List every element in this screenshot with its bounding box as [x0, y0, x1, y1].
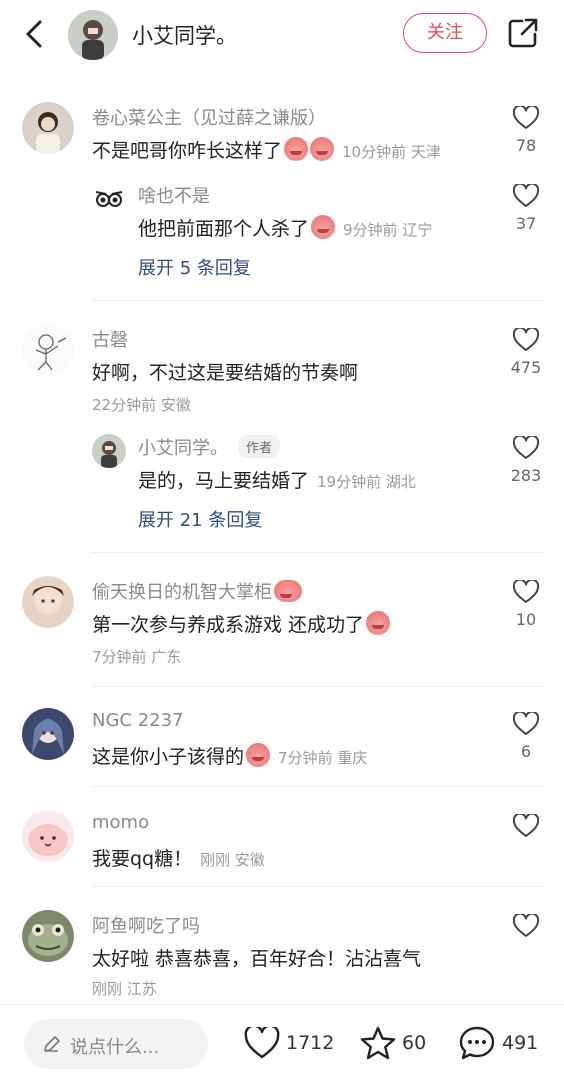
commenter-avatar[interactable]	[22, 324, 74, 376]
like-count: 6	[520, 742, 532, 761]
like-button[interactable]: 78	[506, 106, 546, 155]
comment-text-body: 我要qq糖！	[92, 848, 193, 870]
heart-icon	[513, 184, 539, 207]
bottom-action-bar: 说点什么... 1712 60 491	[0, 1004, 564, 1080]
like-post-button[interactable]: 1712	[244, 1025, 334, 1061]
comment-text-body: 第一次参与养成系游戏 还成功了	[92, 614, 365, 636]
replier-avatar[interactable]	[92, 182, 126, 216]
author-name[interactable]: 小艾同学。	[132, 20, 237, 50]
comment-button[interactable]: 491	[458, 1025, 538, 1061]
sticker-emoji	[311, 215, 336, 239]
like-count: 10	[515, 610, 537, 629]
like-button[interactable]: 6	[506, 712, 546, 761]
reply-meta: 19分钟前 湖北	[317, 473, 416, 491]
heart-icon	[513, 328, 539, 351]
comment-meta: 7分钟前 广东	[92, 648, 182, 666]
comment-meta: 刚刚 江苏	[92, 980, 157, 998]
like-count: 283	[510, 466, 542, 485]
follow-button[interactable]: 关注	[403, 13, 487, 53]
sticker-emoji	[310, 137, 335, 161]
divider	[92, 552, 546, 553]
comment-text: 不是吧哥你咋长这样了 10分钟前 天津	[92, 136, 441, 163]
sticker-emoji	[366, 611, 391, 635]
comment-text: 这是你小子该得的 7分钟前 重庆	[92, 742, 367, 769]
share-icon	[508, 18, 538, 48]
expand-replies-link[interactable]: 展开 21 条回复	[138, 506, 262, 532]
post-comment-count: 491	[502, 1032, 539, 1054]
comment-text-body: 这是你小子该得的	[92, 746, 245, 768]
commenter-name[interactable]: momo	[92, 812, 149, 833]
sticker-emoji	[246, 743, 271, 767]
divider	[92, 300, 546, 301]
author-name[interactable]: 小艾同学。	[138, 438, 228, 459]
reply-text: 他把前面那个人杀了 9分钟前 辽宁	[138, 214, 432, 241]
heart-icon	[513, 436, 539, 459]
commenter-name[interactable]: 古磬	[92, 326, 128, 352]
star-icon	[360, 1026, 396, 1060]
comment-text: 好啊，不过这是要结婚的节奏啊	[92, 362, 359, 384]
commenter-name[interactable]: NGC 2237	[92, 710, 184, 731]
comment-bubble-icon	[459, 1026, 495, 1060]
heart-icon	[513, 712, 539, 735]
commenter-name[interactable]: 阿鱼啊吃了吗	[92, 912, 200, 938]
replier-name: 小艾同学。 作者	[138, 434, 281, 460]
commenter-name: 偷天换日的机智大掌柜	[92, 578, 302, 604]
like-button[interactable]	[506, 914, 546, 938]
replier-name[interactable]: 啥也不是	[138, 182, 210, 208]
comment-text: 我要qq糖！ 刚刚 安徽	[92, 844, 265, 871]
commenter-avatar[interactable]	[22, 708, 74, 760]
pencil-icon	[44, 1036, 60, 1052]
comment-meta: 22分钟前 安徽	[92, 396, 191, 414]
heart-icon	[513, 580, 539, 603]
author-avatar[interactable]	[68, 10, 118, 60]
favorite-button[interactable]: 60	[360, 1025, 426, 1061]
comment-text-body: 太好啦 恭喜恭喜，百年好合！沾沾喜气	[92, 948, 422, 970]
commenter-avatar[interactable]	[22, 910, 74, 962]
reply-text: 是的，马上要结婚了 19分钟前 湖北	[138, 466, 416, 493]
like-button[interactable]: 283	[506, 436, 546, 485]
comment-input-placeholder: 说点什么...	[70, 1037, 160, 1058]
reply-text-body: 是的，马上要结婚了	[138, 470, 310, 492]
comment-meta: 10分钟前 天津	[342, 143, 441, 161]
comment-text: 太好啦 恭喜恭喜，百年好合！沾沾喜气	[92, 944, 421, 971]
like-button[interactable]: 10	[506, 580, 546, 629]
reply-meta: 9分钟前 辽宁	[343, 221, 433, 239]
replier-avatar[interactable]	[92, 434, 126, 468]
like-button[interactable]: 37	[506, 184, 546, 233]
divider	[92, 686, 546, 687]
heart-icon	[513, 914, 539, 937]
author-badge: 作者	[238, 435, 281, 458]
divider	[92, 886, 546, 887]
post-favorite-count: 60	[402, 1032, 427, 1054]
comment-meta: 刚刚 安徽	[200, 851, 265, 869]
post-like-count: 1712	[286, 1032, 335, 1054]
reply-text-body: 他把前面那个人杀了	[138, 218, 310, 240]
heart-icon	[513, 814, 539, 837]
comment-meta: 7分钟前 重庆	[278, 749, 368, 767]
like-button[interactable]: 475	[506, 328, 546, 377]
heart-icon	[513, 106, 539, 129]
divider	[92, 786, 546, 787]
like-count: 37	[515, 214, 537, 233]
like-button[interactable]	[506, 814, 546, 838]
comment-input[interactable]: 说点什么...	[24, 1019, 208, 1069]
comment-text-body: 不是吧哥你咋长这样了	[92, 140, 283, 162]
commenter-name-text[interactable]: 偷天换日的机智大掌柜	[92, 582, 272, 603]
pig-emoji	[274, 580, 302, 602]
share-button[interactable]	[506, 16, 540, 50]
top-bar: 小艾同学。 关注	[0, 0, 564, 72]
expand-replies-link[interactable]: 展开 5 条回复	[138, 254, 251, 280]
comment-text: 第一次参与养成系游戏 还成功了	[92, 610, 391, 637]
chevron-left-icon	[26, 20, 42, 48]
like-count: 475	[510, 358, 542, 377]
commenter-avatar[interactable]	[22, 102, 74, 154]
sticker-emoji	[284, 137, 309, 161]
like-count: 78	[515, 136, 537, 155]
commenter-avatar[interactable]	[22, 810, 74, 862]
back-button[interactable]	[20, 16, 50, 52]
heart-icon	[244, 1027, 280, 1059]
commenter-name[interactable]: 卷心菜公主（见过薛之谦版）	[92, 104, 326, 130]
commenter-avatar[interactable]	[22, 576, 74, 628]
